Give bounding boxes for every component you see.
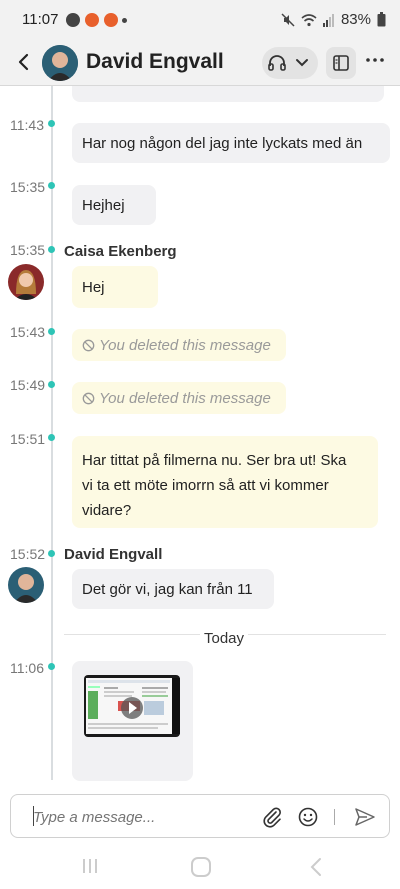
message-text-line: Har tittat på filmerna nu. Ser bra ut! S… [82,452,347,469]
send-icon [355,808,375,826]
recent-apps-button[interactable] [80,856,100,876]
message-time: 15:35 [10,179,46,195]
person-photo-icon [8,567,44,603]
timeline-dot [48,328,55,335]
message-bubble[interactable]: Har nog någon del jag inte lyckats med ä… [72,123,390,163]
timeline-dot [48,182,55,189]
back-icon [18,53,29,71]
status-time: 11:07 [22,11,59,28]
deleted-message-bubble[interactable]: You deleted this message [72,329,286,361]
mute-icon [281,12,295,27]
timeline-dot [48,550,55,557]
avatar[interactable] [8,264,44,300]
date-divider: Today [200,630,249,647]
app-notification-icon [104,13,118,27]
text-caret [33,806,34,826]
timeline-line [51,86,53,780]
message-time: 15:51 [10,431,46,447]
back-nav-button[interactable] [306,856,326,878]
battery-level: 83% [340,11,371,28]
more-options-button[interactable] [362,50,388,76]
attach-button[interactable] [261,806,283,828]
attach-icon [263,807,281,828]
more-icon [366,58,384,62]
video-thumbnail[interactable] [84,675,180,737]
message-text: You deleted this message [99,389,271,407]
message-text: Hej [82,278,105,296]
message-time: 11:06 [10,660,44,676]
timeline-dot [48,663,55,670]
send-button[interactable] [353,806,377,828]
timeline-dot [48,434,55,441]
wifi-icon [301,13,317,26]
home-icon [191,857,211,877]
emoji-button[interactable] [297,806,319,828]
composer-separator [334,809,335,825]
message-composer [10,794,390,838]
message-time: 15:52 [10,546,46,562]
message-time: 15:43 [10,324,46,340]
sender-name[interactable]: David Engvall [64,546,162,563]
deleted-message-bubble[interactable]: You deleted this message [72,382,286,414]
message-text: Hejhej [82,196,125,214]
deleted-icon [82,339,95,351]
call-button[interactable] [262,47,318,79]
message-input[interactable] [33,805,253,829]
status-right: 83% [281,11,386,28]
app-notification-icon [66,13,80,27]
message-text-line: vi ta ett möte imorrn så att vi kommer [82,477,329,494]
back-button[interactable] [14,50,34,74]
chevron-down-icon [296,59,308,67]
message-bubble[interactable]: Hejhej [72,185,156,225]
video-attachment[interactable] [72,661,193,781]
message-time: 15:35 [10,242,46,258]
video-preview-image [86,678,180,734]
app-notification-icon [85,13,99,27]
signal-icon [322,13,334,27]
recent-apps-icon [83,859,97,873]
more-notifications-icon [122,18,127,23]
deleted-icon [82,392,95,404]
message-text: Det gör vi, jag kan från 11 [82,580,253,598]
person-photo-icon [8,264,44,300]
message-bubble[interactable]: Hej [72,266,158,308]
message-bubble [72,86,384,102]
message-text: Har nog någon del jag inte lyckats med ä… [82,134,363,152]
timeline-dot [48,120,55,127]
back-nav-icon [310,858,321,876]
person-photo-icon [42,45,78,81]
timeline-dot [48,246,55,253]
avatar[interactable] [8,567,44,603]
home-button[interactable] [190,856,212,878]
battery-icon [377,12,386,27]
side-panel-icon [333,55,349,71]
emoji-icon [298,807,318,827]
headphones-icon [268,55,286,71]
message-bubble[interactable]: Har tittat på filmerna nu. Ser bra ut! S… [72,436,378,528]
system-nav-bar [0,848,400,889]
contact-avatar[interactable] [42,45,78,81]
message-text: You deleted this message [99,336,271,354]
sender-name[interactable]: Caisa Ekenberg [64,243,177,260]
chat-header: David Engvall [0,40,400,86]
message-time: 15:49 [10,377,46,393]
status-bar: 11:07 83% [0,0,400,40]
message-text-line: vidare? [82,502,132,519]
message-time: 11:43 [10,117,44,133]
timeline-dot [48,381,55,388]
contact-name[interactable]: David Engvall [86,50,224,74]
side-panel-button[interactable] [326,47,356,79]
message-bubble[interactable]: Det gör vi, jag kan från 11 [72,569,274,609]
